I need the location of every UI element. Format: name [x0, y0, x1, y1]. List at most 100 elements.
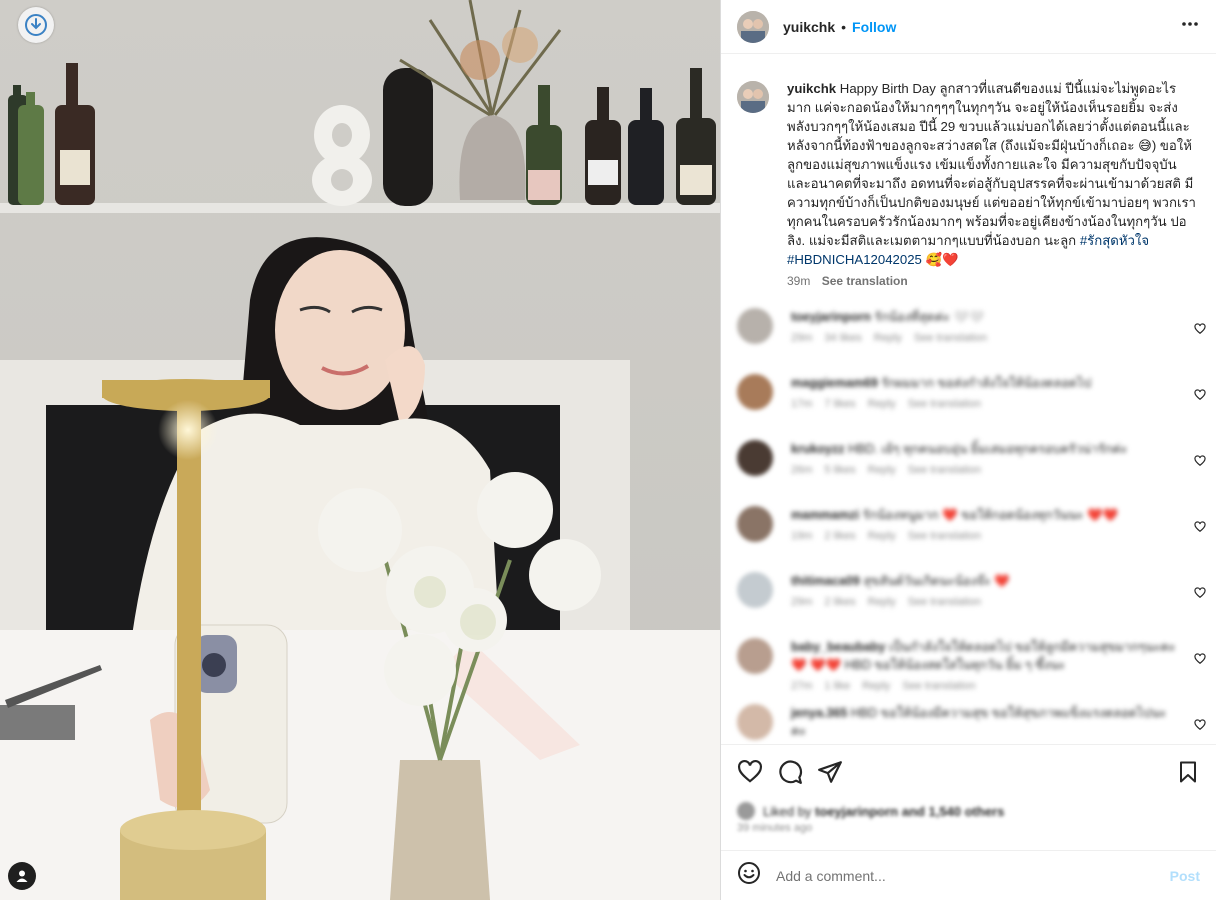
heart-outline-icon — [1194, 455, 1206, 467]
avatar-photo-icon — [737, 10, 769, 43]
liked-by-others[interactable]: and 1,540 others — [902, 804, 1005, 819]
comment-meta: 19m 2 likes Reply See translation — [791, 530, 1181, 542]
commenter-avatar[interactable] — [737, 308, 773, 344]
liked-by-avatar — [737, 802, 755, 820]
comment-icon — [779, 760, 803, 784]
commenter-username[interactable]: thitimaca09 — [791, 574, 860, 588]
see-translation-link[interactable]: See translation — [822, 274, 908, 288]
commenter-username[interactable]: jenya.365 — [791, 706, 847, 720]
comment-text: รักผมมาก ขอส่งกำลังใจให้น้องตลอดไป — [881, 376, 1092, 390]
see-translation-link[interactable]: See translation — [908, 464, 981, 476]
commenter-avatar[interactable] — [737, 506, 773, 542]
comment-likes[interactable]: 2 likes — [824, 530, 855, 542]
comment-likes[interactable]: 34 likes — [824, 332, 861, 344]
comment-like-button[interactable] — [1194, 388, 1206, 406]
commenter-username[interactable]: toeyjarinporn — [791, 310, 871, 324]
comment-text: รักน้องที่สุดค่ะ 🤍🤍 — [874, 310, 985, 324]
emoji-smiley-icon — [738, 862, 760, 884]
see-translation-link[interactable]: See translation — [908, 398, 981, 410]
liked-by-prefix: Liked by — [763, 803, 812, 819]
reply-link[interactable]: Reply — [868, 398, 896, 410]
liked-by-line: Liked by toeyjarinporn and 1,540 others — [737, 802, 1216, 820]
reply-link[interactable]: Reply — [868, 464, 896, 476]
reply-link[interactable]: Reply — [868, 530, 896, 542]
comment-like-button[interactable] — [1194, 454, 1206, 472]
post-side-panel: yuikchk • Follow yuikchk Happy Birth Day… — [720, 0, 1216, 900]
comment-like-button[interactable] — [1194, 652, 1206, 670]
caption-avatar[interactable] — [737, 81, 769, 113]
post-comment-button[interactable]: Post — [1170, 868, 1200, 884]
comment-likes[interactable]: 2 likes — [824, 596, 855, 608]
hashtag-link[interactable]: #รักสุดหัวใจ — [1080, 233, 1149, 248]
comment-meta: 29m 34 likes Reply See translation — [791, 332, 1181, 344]
add-comment-bar: Post — [721, 850, 1216, 900]
share-send-icon — [818, 761, 842, 783]
caption-meta: 39m See translation — [787, 274, 1197, 288]
comment-text: รักน้องหนูมาก ❤️ ขอให้กอดน้องทุกวันนะ ❤️… — [862, 508, 1119, 522]
reply-link[interactable]: Reply — [868, 596, 896, 608]
caption-time: 39m — [787, 274, 811, 288]
download-button[interactable] — [18, 7, 54, 43]
user-tag-button[interactable] — [8, 862, 36, 890]
caption-emoji: 🥰❤️ — [925, 252, 959, 267]
author-avatar[interactable] — [737, 10, 769, 43]
commenter-avatar[interactable] — [737, 704, 773, 740]
commenter-avatar[interactable] — [737, 638, 773, 674]
user-tag-icon — [16, 870, 28, 882]
comment-text-block: mammamzi รักน้องหนูมาก ❤️ ขอให้กอดน้องทุ… — [791, 506, 1181, 524]
see-translation-link[interactable]: See translation — [908, 596, 981, 608]
avatar-photo-icon — [737, 81, 769, 113]
comment-likes[interactable]: 7 likes — [824, 398, 855, 410]
see-translation-link[interactable]: See translation — [914, 332, 987, 344]
heart-outline-icon — [738, 759, 762, 783]
comment-item: jenya.365 HBD ขอให้น้องมีความสุข ขอให้สุ… — [721, 704, 1216, 744]
author-username[interactable]: yuikchk — [783, 19, 835, 35]
comment-like-button[interactable] — [1194, 520, 1206, 538]
comment-time: 29m — [791, 596, 813, 608]
comment-meta: 26m 5 likes Reply See translation — [791, 464, 1181, 476]
comment-time: 29m — [791, 332, 813, 344]
comment-time: 27m — [791, 680, 813, 692]
emoji-picker-button[interactable] — [737, 861, 761, 890]
comment-like-button[interactable] — [1194, 718, 1206, 736]
follow-button[interactable]: Follow — [852, 19, 896, 35]
like-button[interactable] — [737, 759, 763, 790]
comment-likes[interactable]: 1 like — [824, 680, 850, 692]
comment-likes[interactable]: 5 likes — [824, 464, 855, 476]
commenter-username[interactable]: mammamzi — [791, 508, 859, 522]
share-button[interactable] — [817, 759, 843, 790]
comment-text: สุขสันต์วันเกิดนะน้องจ๊ะ ❤️ — [863, 574, 1010, 588]
see-translation-link[interactable]: See translation — [902, 680, 975, 692]
reply-link[interactable]: Reply — [862, 680, 890, 692]
comment-time: 17m — [791, 398, 813, 410]
comment-text-block: krukoyzz HBD. เย้ๆ ทุกคนอบอุ่น ยิ้มเสมอท… — [791, 440, 1181, 458]
commenter-username[interactable]: baby_beaubaby — [791, 640, 885, 654]
comments-scroll-area[interactable]: yuikchk Happy Birth Day ลูกสาวที่แสนดีขอ… — [721, 55, 1216, 744]
liked-by-user[interactable]: toeyjarinporn — [815, 804, 898, 819]
caption-username[interactable]: yuikchk — [787, 81, 836, 96]
comment-item: krukoyzz HBD. เย้ๆ ทุกคนอบอุ่น ยิ้มเสมอท… — [721, 440, 1216, 506]
heart-outline-icon — [1194, 587, 1206, 599]
more-options-button[interactable] — [1180, 14, 1200, 39]
commenter-avatar[interactable] — [737, 374, 773, 410]
post-header: yuikchk • Follow — [721, 0, 1216, 54]
hashtag-link[interactable]: #HBDNICHA12042025 — [787, 252, 922, 267]
heart-outline-icon — [1194, 389, 1206, 401]
comment-button[interactable] — [777, 759, 803, 790]
commenter-avatar[interactable] — [737, 440, 773, 476]
bookmark-icon — [1180, 761, 1196, 783]
comment-meta: 29m 2 likes Reply See translation — [791, 596, 1181, 608]
post-actions: Liked by toeyjarinporn and 1,540 others … — [721, 744, 1216, 850]
comment-time: 26m — [791, 464, 813, 476]
save-button[interactable] — [1176, 760, 1200, 789]
commenter-avatar[interactable] — [737, 572, 773, 608]
commenter-username[interactable]: maggiemam69 — [791, 376, 878, 390]
caption-text: Happy Birth Day ลูกสาวที่แสนดีของแม่ ปีน… — [787, 81, 1196, 248]
reply-link[interactable]: Reply — [874, 332, 902, 344]
see-translation-link[interactable]: See translation — [908, 530, 981, 542]
comment-like-button[interactable] — [1194, 322, 1206, 340]
commenter-username[interactable]: krukoyzz — [791, 442, 845, 456]
post-caption: yuikchk Happy Birth Day ลูกสาวที่แสนดีขอ… — [721, 55, 1216, 288]
comment-like-button[interactable] — [1194, 586, 1206, 604]
comment-input[interactable] — [776, 867, 1170, 884]
